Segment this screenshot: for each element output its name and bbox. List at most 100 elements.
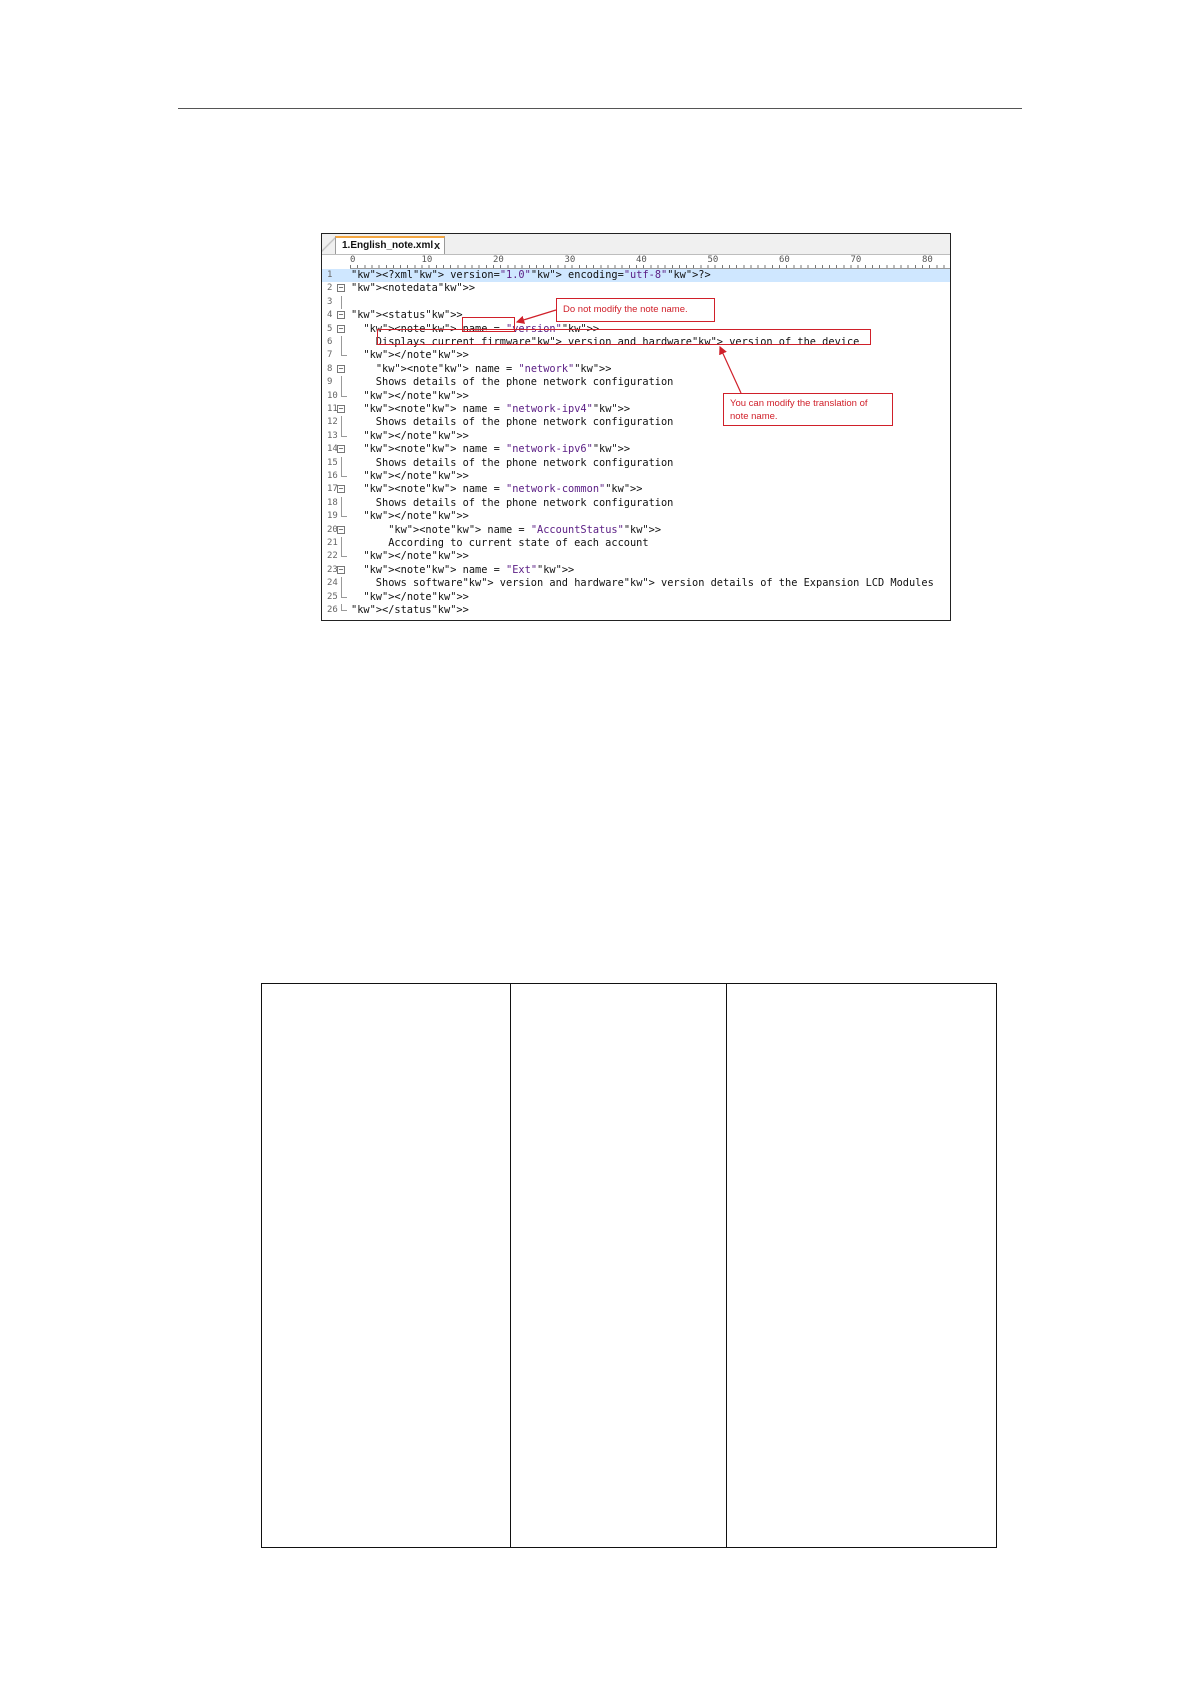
fold-guide (340, 577, 342, 591)
ruler-label: 30 (564, 255, 576, 265)
fold-toggle-icon[interactable]: − (337, 364, 345, 373)
code-line[interactable]: 15 Shows details of the phone network co… (322, 456, 950, 470)
code-line[interactable]: 9 Shows details of the phone network con… (322, 376, 950, 390)
code-text: "kw"><?xml"kw"> version="1.0""kw"> encod… (351, 269, 711, 281)
line-number: 24 (327, 578, 338, 589)
code-line[interactable]: 21 According to current state of each ac… (322, 537, 950, 551)
header-rule (178, 108, 1022, 109)
line-number: 1 (327, 270, 333, 280)
code-line[interactable]: 7 "kw"></note"kw">> (322, 349, 950, 362)
line-number: 7 (327, 350, 333, 361)
tab-scroll-stub (322, 234, 336, 254)
fold-end-marker (340, 470, 347, 477)
line-number: 26 (327, 605, 338, 615)
code-line[interactable]: 24 Shows software"kw"> version and hardw… (322, 577, 950, 591)
fold-toggle-icon[interactable]: − (337, 284, 345, 293)
line-number: 18 (327, 497, 338, 508)
fold-guide (340, 295, 342, 310)
blank-table (261, 983, 997, 1548)
code-line[interactable]: 2− "kw"><notedata"kw">> (322, 282, 950, 295)
code-line[interactable]: 26 "kw"></status"kw">> (322, 604, 950, 617)
fold-toggle-icon[interactable]: − (337, 324, 345, 333)
code-text: Shows details of the phone network confi… (351, 496, 674, 509)
line-number: 13 (327, 430, 338, 441)
tab-label: 1.English_note.xml (342, 240, 434, 251)
translation-callout-text: You can modify the translation of note n… (730, 398, 868, 422)
line-number: 9 (327, 377, 333, 388)
fold-toggle-icon[interactable]: − (337, 311, 345, 320)
ruler-label: 70 (850, 255, 862, 265)
fold-toggle-icon[interactable]: − (337, 485, 345, 494)
fold-toggle-icon[interactable]: − (337, 445, 345, 454)
fold-toggle-icon[interactable]: − (337, 405, 345, 413)
ruler-label: 0 (350, 255, 356, 265)
code-line[interactable]: 18 Shows details of the phone network co… (322, 496, 950, 511)
code-line[interactable]: 13 "kw"></note"kw">> (322, 429, 950, 443)
translation-highlight-box (377, 329, 871, 345)
code-line[interactable]: 17− "kw"><note"kw"> name = "network-comm… (322, 483, 950, 496)
line-number: 25 (327, 591, 338, 602)
fold-toggle-icon[interactable]: − (337, 565, 345, 574)
fold-guide (340, 537, 342, 551)
code-text: "kw"><note"kw"> name = "network""kw">> (375, 362, 612, 375)
table-column-divider (726, 984, 727, 1547)
code-line[interactable]: 20− "kw"><note"kw"> name = "AccountStatu… (322, 524, 950, 537)
table-column-divider (510, 984, 511, 1547)
code-line[interactable]: 16 "kw"></note"kw">> (322, 470, 950, 483)
fold-end-marker (340, 550, 347, 558)
code-text: "kw"><note"kw"> name = "network-ipv4""kw… (363, 403, 631, 415)
close-icon[interactable]: x (434, 240, 440, 252)
code-text: "kw"><note"kw"> name = "network-common""… (363, 483, 643, 496)
code-text: Shows details of the phone network confi… (351, 376, 674, 389)
fold-end-marker (340, 590, 347, 598)
fold-guide (340, 336, 342, 350)
tab-bar: 1.English_note.xml x (322, 234, 950, 255)
code-text: "kw"><status"kw">> (351, 309, 463, 322)
line-number: 16 (327, 471, 338, 481)
ruler-label: 80 (922, 255, 933, 265)
line-number: 19 (327, 511, 338, 522)
code-text: "kw"></note"kw">> (363, 349, 469, 362)
code-line[interactable]: 8− "kw"><note"kw"> name = "network""kw">… (322, 363, 950, 376)
line-number: 21 (327, 538, 338, 548)
fold-end-marker (340, 389, 347, 397)
ruler-label: 10 (421, 255, 433, 265)
fold-end-marker (340, 349, 347, 357)
line-number: 6 (327, 337, 333, 347)
code-text: "kw"></status"kw">> (351, 604, 469, 616)
translation-callout: You can modify the translation of note n… (723, 393, 893, 426)
note-name-callout-text: Do not modify the note name. (563, 304, 688, 315)
code-line[interactable]: 25 "kw"></note"kw">> (322, 590, 950, 604)
code-text: "kw"></note"kw">> (363, 389, 469, 402)
xml-editor-screenshot: 1.English_note.xml x 0 10 20 30 40 50 60 70 80 1… (321, 233, 951, 621)
code-text: "kw"><note"kw"> name = "AccountStatus""k… (388, 523, 662, 536)
fold-guide (340, 456, 342, 470)
code-text: "kw"></note"kw">> (363, 510, 469, 523)
code-text: "kw"><notedata"kw">> (351, 282, 476, 295)
code-line[interactable]: 23− "kw"><note"kw"> name = "Ext""kw">> (322, 564, 950, 577)
code-text: Shows details of the phone network confi… (351, 416, 674, 429)
code-line[interactable]: 19 "kw"></note"kw">> (322, 510, 950, 523)
code-text: "kw"></note"kw">> (363, 550, 469, 563)
line-number: 3 (327, 296, 333, 307)
fold-guide (340, 416, 342, 430)
line-number: 15 (327, 457, 338, 468)
fold-toggle-icon[interactable]: − (337, 525, 345, 534)
ruler-label: 20 (493, 255, 504, 265)
code-text: According to current state of each accou… (351, 537, 649, 549)
note-name-callout: Do not modify the note name. (556, 298, 715, 322)
code-text: "kw"><note"kw"> name = "network-ipv6""kw… (363, 443, 631, 456)
code-line[interactable]: 1 "kw"><?xml"kw"> version="1.0""kw"> enco… (322, 269, 950, 283)
code-text: "kw"></note"kw">> (363, 590, 469, 603)
ruler-label: 50 (707, 255, 719, 265)
code-line[interactable]: 14− "kw"><note"kw"> name = "network-ipv6… (322, 443, 950, 456)
code-line[interactable]: 22 "kw"></note"kw">> (322, 550, 950, 563)
tab-english-note-xml[interactable]: 1.English_note.xml x (335, 236, 445, 254)
line-number: 12 (327, 417, 338, 428)
code-text: "kw"></note"kw">> (363, 429, 469, 442)
line-number: 10 (327, 390, 338, 401)
ruler-label: 40 (636, 255, 647, 265)
code-text: Shows software"kw"> version and hardware… (351, 577, 934, 590)
code-text: "kw"></note"kw">> (363, 470, 469, 482)
ruler-label: 60 (779, 255, 790, 265)
